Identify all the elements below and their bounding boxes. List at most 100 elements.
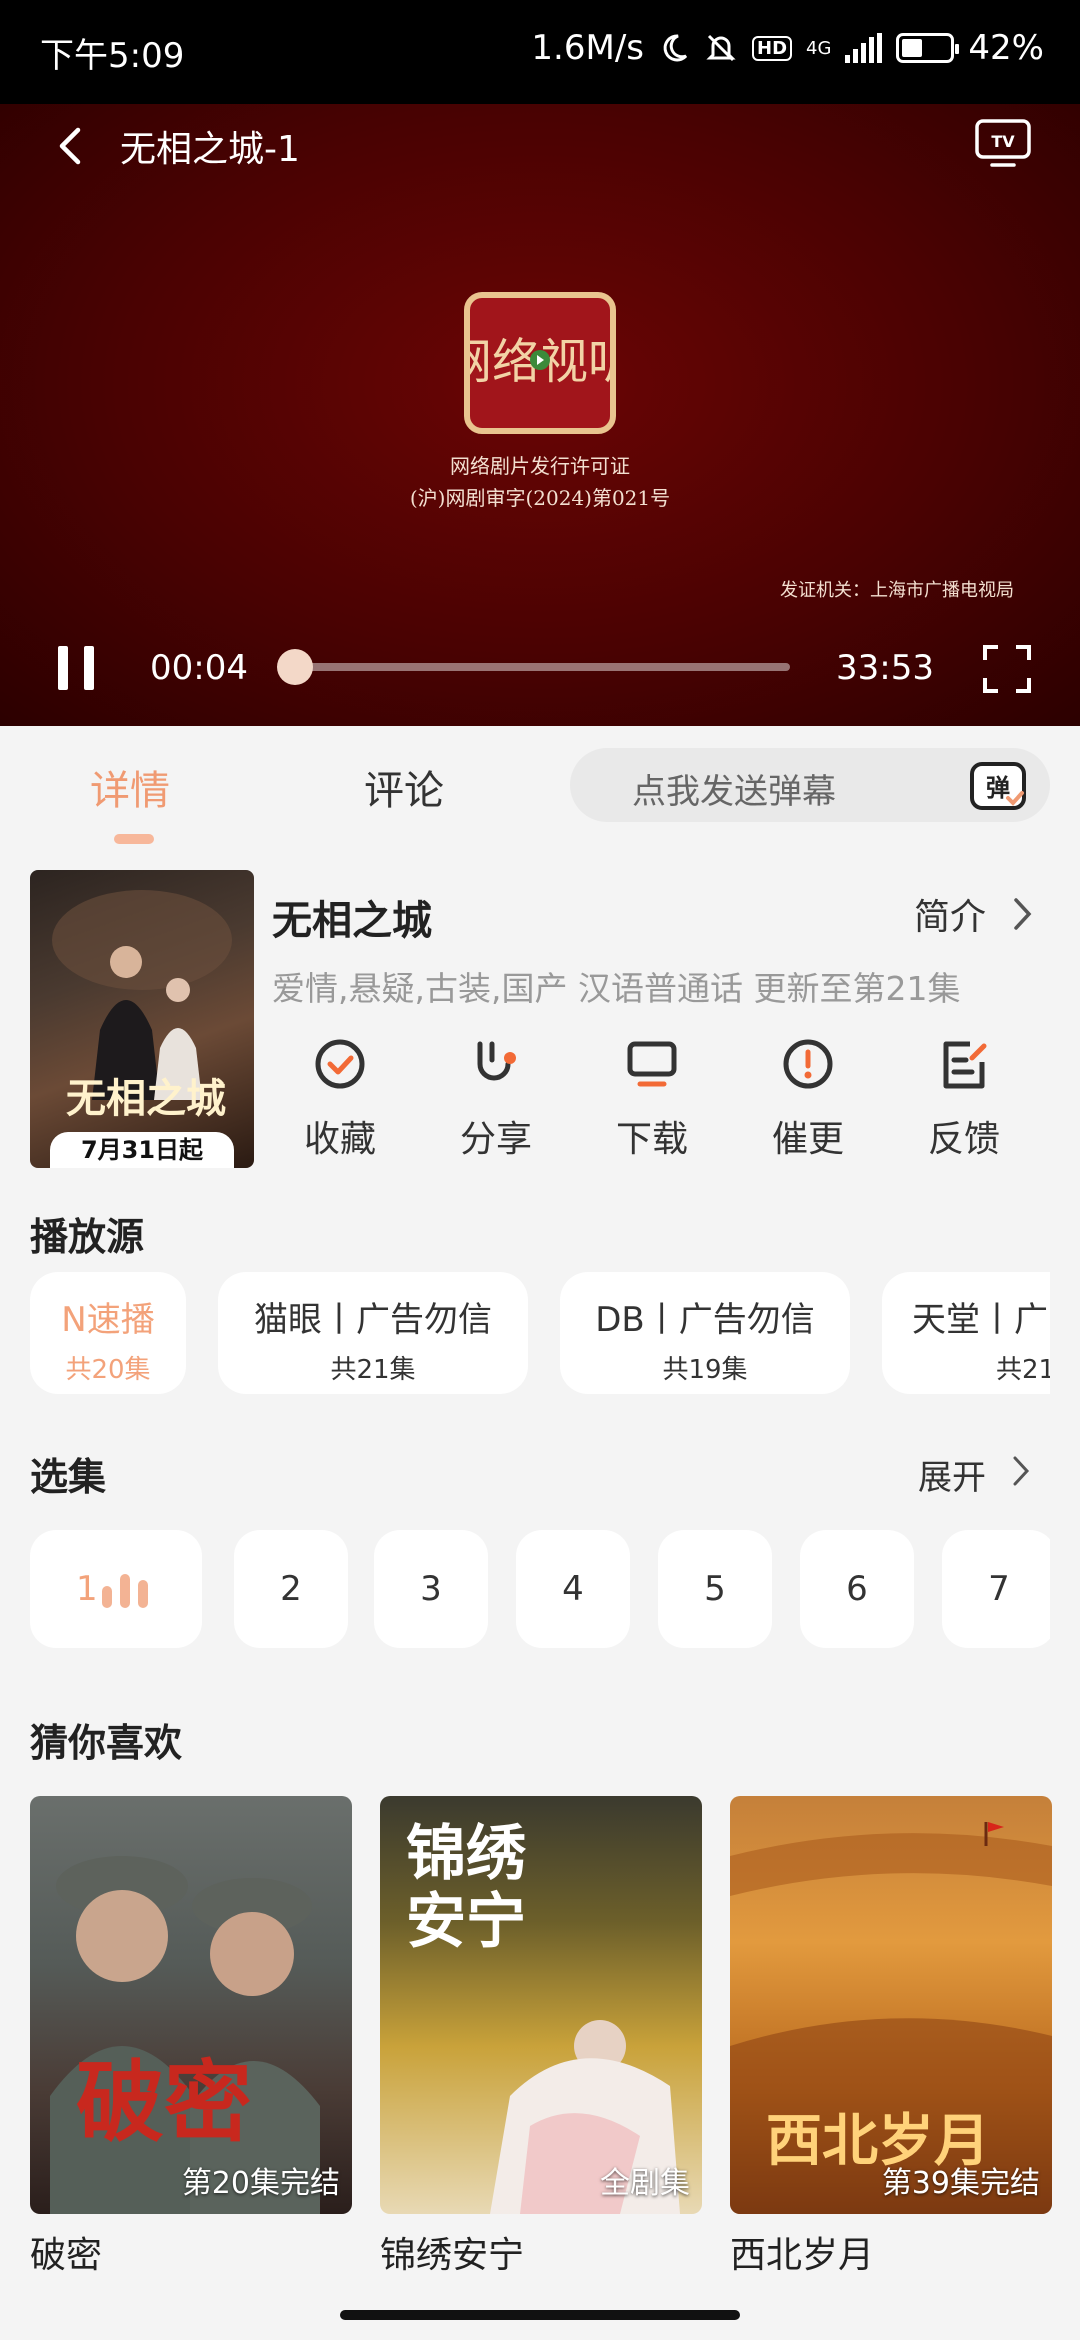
source-count: 共21集 [330,1355,416,1385]
pause-button[interactable] [56,646,96,690]
action-label: 分享 [459,1119,532,1160]
recommendation-name: 破密 [30,2235,103,2276]
feedback-icon [943,1041,987,1089]
episode-number: 7 [988,1569,1010,1609]
show-poster[interactable]: 无相之城 7月31日起 [30,870,254,1168]
video-player[interactable]: 无相之城-1 TV 网络视听 网络剧片发行许可证 (沪)网剧审字(2024)第0… [0,104,1080,726]
expand-link[interactable]: 展开 [918,1450,986,1499]
danmaku-input[interactable]: 点我发送弹幕 弹 [570,748,1050,822]
status-bar: 下午5:09 1.6M/s HD 4G 42% [0,0,1080,104]
urge-update-button[interactable]: 催更 [738,1030,878,1162]
source-name: 天堂丨广 [912,1300,1048,1340]
fullscreen-icon[interactable] [982,644,1032,694]
source-list[interactable]: N速播 共20集 猫眼丨广告勿信 共21集 DB丨广告勿信 共19集 天堂丨广 … [30,1272,1050,1394]
show-title: 无相之城 [272,898,432,944]
cover-title: 锦绣安宁 [406,1819,526,1957]
share-button[interactable]: 分享 [426,1030,566,1162]
episode-button[interactable]: 5 [658,1530,772,1648]
source-name: 猫眼丨广告勿信 [254,1300,492,1340]
recommendation-cover: 锦绣安宁 全剧集 [380,1796,702,2214]
home-indicator[interactable] [340,2310,740,2320]
danmaku-placeholder: 点我发送弹幕 [632,772,836,812]
recommendation-name: 西北岁月 [730,2235,875,2276]
status-time: 下午5:09 [40,36,185,76]
source-item[interactable]: N速播 共20集 [30,1272,186,1394]
current-time: 00:04 [150,648,248,688]
danmaku-toggle-icon[interactable]: 弹 [968,756,1028,816]
intro-link[interactable]: 简介 [914,888,986,940]
show-tags: 爱情,悬疑,古装,国产 汉语普通话 更新至第21集 [272,969,961,1008]
action-label: 收藏 [303,1119,376,1160]
episode-list[interactable]: 1 2 3 4 5 6 7 [30,1530,1050,1648]
episode-button[interactable]: 2 [234,1530,348,1648]
source-name: N速播 [61,1300,155,1340]
recommendation-list: 破密 第20集完结 破密 锦绣安宁 全剧集 锦绣安宁 西北岁月 第39集完结 西… [30,1796,1052,2278]
playing-bars-icon [102,1574,162,1608]
poster-title: 无相之城 [66,1075,226,1122]
license-issuer: 发证机关：上海市广播电视局 [780,580,1014,601]
download-icon [627,1041,677,1087]
license-line-1: 网络剧片发行许可证 [450,454,630,478]
network-type: 4G [806,37,832,59]
license-seal-logo: 网络视听 [444,292,636,434]
tab-comment[interactable]: 评论 [364,758,444,816]
status-icons: 1.6M/s HD 4G 42% [531,28,1044,68]
source-item[interactable]: 天堂丨广 共21 [882,1272,1050,1394]
signal-icon [845,33,883,63]
episode-button-active[interactable]: 1 [30,1530,202,1648]
feedback-button[interactable]: 反馈 [894,1030,1034,1162]
recommendation-cover: 破密 第20集完结 [30,1796,352,2214]
progress-track[interactable] [290,663,790,671]
episode-badge: 第20集完结 [181,2166,340,2201]
pause-icon-bar [58,646,68,690]
favorite-button[interactable]: 收藏 [270,1030,410,1162]
sources-title: 播放源 [30,1215,145,1259]
source-name: DB丨广告勿信 [595,1300,815,1340]
episode-number: 3 [420,1569,442,1609]
recommendation-card[interactable]: 破密 第20集完结 破密 [30,1796,352,2278]
recommendation-name: 锦绣安宁 [380,2235,525,2276]
episode-button[interactable]: 3 [374,1530,488,1648]
tab-active-indicator [114,834,154,844]
tab-detail[interactable]: 详情 [90,758,170,816]
source-count: 共20集 [65,1355,151,1385]
cast-tv-icon[interactable]: TV [974,118,1032,168]
recommendation-cover: 西北岁月 第39集完结 [730,1796,1052,2214]
mute-bell-icon [706,34,736,62]
recommendation-card[interactable]: 锦绣安宁 全剧集 锦绣安宁 [380,1796,702,2278]
chevron-right-icon[interactable] [1010,1454,1032,1488]
back-icon[interactable] [50,124,94,168]
battery-icon [896,33,960,63]
svg-text:TV: TV [991,132,1015,151]
cover-title: 破密 [76,2050,253,2154]
episode-number: 1 [76,1569,98,1609]
moon-icon [663,34,688,62]
recommendations-title: 猜你喜欢 [30,1721,183,1765]
urge-update-icon [783,1039,833,1089]
action-label: 催更 [771,1119,844,1160]
source-item[interactable]: DB丨广告勿信 共19集 [560,1272,850,1394]
share-icon [477,1041,516,1081]
hd-icon: HD [752,35,793,61]
action-bar: 收藏 分享 下载 催更 反馈 [270,1030,1060,1170]
episode-number: 6 [846,1569,868,1609]
chevron-right-icon[interactable] [1010,896,1034,932]
episode-badge: 全剧集 [600,2166,690,2201]
source-item[interactable]: 猫眼丨广告勿信 共21集 [218,1272,528,1394]
action-label: 下载 [615,1119,688,1160]
episode-number: 5 [704,1569,726,1609]
episode-number: 2 [280,1569,302,1609]
source-count: 共19集 [662,1355,748,1385]
poster-date: 7月31日起 [50,1132,234,1168]
license-line-2: (沪)网剧审字(2024)第021号 [409,486,671,510]
episode-button[interactable]: 6 [800,1530,914,1648]
episode-button[interactable]: 4 [516,1530,630,1648]
episode-button[interactable]: 7 [942,1530,1050,1648]
recommendation-card[interactable]: 西北岁月 第39集完结 西北岁月 [730,1796,1052,2278]
episode-number: 4 [562,1569,584,1609]
total-time: 33:53 [836,648,934,688]
action-label: 反馈 [927,1119,1000,1160]
download-button[interactable]: 下载 [582,1030,722,1162]
episode-badge: 第39集完结 [881,2166,1040,2201]
progress-thumb[interactable] [277,649,313,685]
